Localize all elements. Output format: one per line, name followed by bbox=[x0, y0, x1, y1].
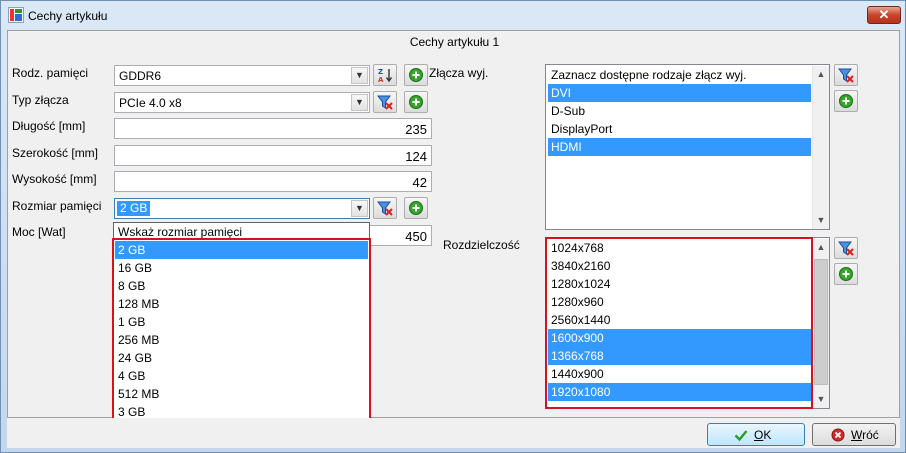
connector-type-label: Typ złącza bbox=[12, 93, 69, 107]
width-field[interactable]: 124 bbox=[114, 145, 432, 166]
cancel-icon bbox=[831, 428, 845, 442]
svg-text:Z: Z bbox=[378, 68, 383, 76]
add-output-button[interactable] bbox=[834, 90, 858, 112]
resolution-list-item[interactable]: 1024x768 bbox=[548, 239, 811, 257]
add-icon bbox=[839, 267, 853, 281]
chevron-down-icon[interactable]: ▼ bbox=[351, 94, 368, 111]
dropdown-option[interactable]: 2 GB bbox=[115, 241, 368, 259]
height-field[interactable]: 42 bbox=[114, 171, 432, 192]
check-icon bbox=[734, 430, 748, 442]
clear-filter-button[interactable] bbox=[373, 197, 397, 219]
resolution-list-item[interactable]: 3840x2160 bbox=[548, 257, 811, 275]
scroll-down-icon[interactable]: ▼ bbox=[813, 212, 829, 229]
connector-type-combo[interactable]: PCIe 4.0 x8 ▼ bbox=[114, 92, 370, 113]
memory-size-dropdown-list[interactable]: Wskaż rozmiar pamięci 2 GB 16 GB 8 GB 128 MB… bbox=[113, 222, 370, 420]
add-icon bbox=[409, 95, 423, 109]
scroll-up-icon[interactable]: ▲ bbox=[813, 66, 829, 83]
outputs-label: Złącza wyj. bbox=[429, 66, 489, 80]
resolution-scrollbar[interactable]: ▲ ▼ bbox=[812, 239, 829, 408]
outputs-header-item: Zaznacz dostępne rodzaje złącz wyj. bbox=[551, 68, 747, 82]
dialog-window: Cechy artykułu ✕ Cechy artykułu 1 Rodz. … bbox=[0, 0, 906, 453]
add-memory-type-button[interactable] bbox=[404, 64, 428, 86]
memory-type-combo[interactable]: GDDR6 ▼ bbox=[114, 65, 370, 86]
dropdown-option[interactable]: 8 GB bbox=[115, 277, 368, 295]
filter-clear-icon bbox=[377, 201, 393, 216]
output-list-item[interactable]: DVI bbox=[548, 84, 811, 102]
chevron-down-icon[interactable]: ▼ bbox=[351, 200, 368, 217]
resolution-list-item[interactable]: 1440x900 bbox=[548, 365, 811, 383]
title-bar: Cechy artykułu ✕ bbox=[1, 1, 905, 30]
filter-clear-icon bbox=[838, 68, 854, 83]
resolution-list-item[interactable]: 1600x900 bbox=[548, 329, 811, 347]
output-list-item[interactable]: DisplayPort bbox=[548, 120, 811, 138]
clear-filter-button[interactable] bbox=[834, 64, 858, 86]
sort-az-icon: Z A bbox=[378, 68, 393, 83]
connector-type-value: PCIe 4.0 x8 bbox=[119, 96, 182, 110]
resolution-list-item[interactable]: 1280x960 bbox=[548, 293, 811, 311]
svg-text:A: A bbox=[378, 76, 384, 83]
outputs-scrollbar[interactable]: ▲ ▼ bbox=[812, 66, 829, 229]
add-icon bbox=[409, 201, 423, 215]
close-button[interactable]: ✕ bbox=[867, 6, 901, 24]
add-icon bbox=[839, 94, 853, 108]
filter-clear-icon bbox=[838, 241, 854, 256]
ok-button[interactable]: OK bbox=[707, 423, 805, 446]
length-value: 235 bbox=[405, 122, 427, 137]
resolution-listbox[interactable]: 1024x768 3840x2160 1280x1024 1280x960 2560x1… bbox=[545, 237, 830, 409]
dialog-footer: OK Wróć bbox=[7, 418, 900, 448]
memory-type-value: GDDR6 bbox=[119, 69, 162, 83]
memory-size-combo[interactable]: 2 GB ▼ bbox=[114, 198, 370, 219]
scroll-up-icon[interactable]: ▲ bbox=[813, 239, 829, 256]
scroll-down-icon[interactable]: ▼ bbox=[813, 391, 829, 408]
dropdown-option[interactable]: 256 MB bbox=[115, 331, 368, 349]
width-label: Szerokość [mm] bbox=[12, 146, 99, 160]
outputs-listbox[interactable]: Zaznacz dostępne rodzaje złącz wyj. DVI D… bbox=[545, 64, 830, 230]
memory-size-value: 2 GB bbox=[117, 201, 151, 216]
length-label: Długość [mm] bbox=[12, 119, 86, 133]
window-title: Cechy artykułu bbox=[28, 9, 108, 23]
ok-label: OK bbox=[754, 428, 772, 442]
dropdown-prompt-item[interactable]: Wskaż rozmiar pamięci bbox=[115, 223, 368, 241]
memory-type-label: Rodz. pamięci bbox=[12, 66, 89, 80]
filter-clear-icon bbox=[377, 95, 393, 110]
resolution-list-item[interactable]: 2560x1440 bbox=[548, 311, 811, 329]
dropdown-option[interactable]: 16 GB bbox=[115, 259, 368, 277]
height-value: 42 bbox=[412, 175, 427, 190]
power-value: 450 bbox=[405, 229, 427, 244]
memory-size-label: Rozmiar pamięci bbox=[12, 199, 102, 213]
dropdown-option[interactable]: 1 GB bbox=[115, 313, 368, 331]
dropdown-option[interactable]: 4 GB bbox=[115, 367, 368, 385]
chevron-down-icon[interactable]: ▼ bbox=[351, 67, 368, 84]
sort-button[interactable]: Z A bbox=[373, 64, 397, 86]
add-connector-button[interactable] bbox=[404, 91, 428, 113]
scrollbar-thumb[interactable] bbox=[814, 259, 828, 385]
width-value: 124 bbox=[405, 149, 427, 164]
dropdown-option[interactable]: 24 GB bbox=[115, 349, 368, 367]
dropdown-option[interactable]: 512 MB bbox=[115, 385, 368, 403]
back-label: Wróć bbox=[851, 428, 879, 442]
app-icon bbox=[8, 7, 24, 23]
output-list-item[interactable]: HDMI bbox=[548, 138, 811, 156]
length-field[interactable]: 235 bbox=[114, 118, 432, 139]
resolution-list-item[interactable]: 1920x1080 bbox=[548, 383, 811, 401]
output-list-item[interactable]: D-Sub bbox=[548, 102, 811, 120]
resolution-list-item[interactable]: 1280x1024 bbox=[548, 275, 811, 293]
clear-filter-button[interactable] bbox=[834, 237, 858, 259]
add-memory-size-button[interactable] bbox=[404, 197, 428, 219]
page-title: Cechy artykułu 1 bbox=[409, 35, 500, 49]
clear-filter-button[interactable] bbox=[373, 91, 397, 113]
dropdown-option[interactable]: 128 MB bbox=[115, 295, 368, 313]
add-icon bbox=[409, 68, 423, 82]
resolution-list-item[interactable]: 1366x768 bbox=[548, 347, 811, 365]
add-resolution-button[interactable] bbox=[834, 263, 858, 285]
power-label: Moc [Wat] bbox=[12, 225, 66, 239]
height-label: Wysokość [mm] bbox=[12, 172, 97, 186]
resolution-label: Rozdzielczość bbox=[443, 238, 520, 252]
back-button[interactable]: Wróć bbox=[812, 423, 896, 446]
